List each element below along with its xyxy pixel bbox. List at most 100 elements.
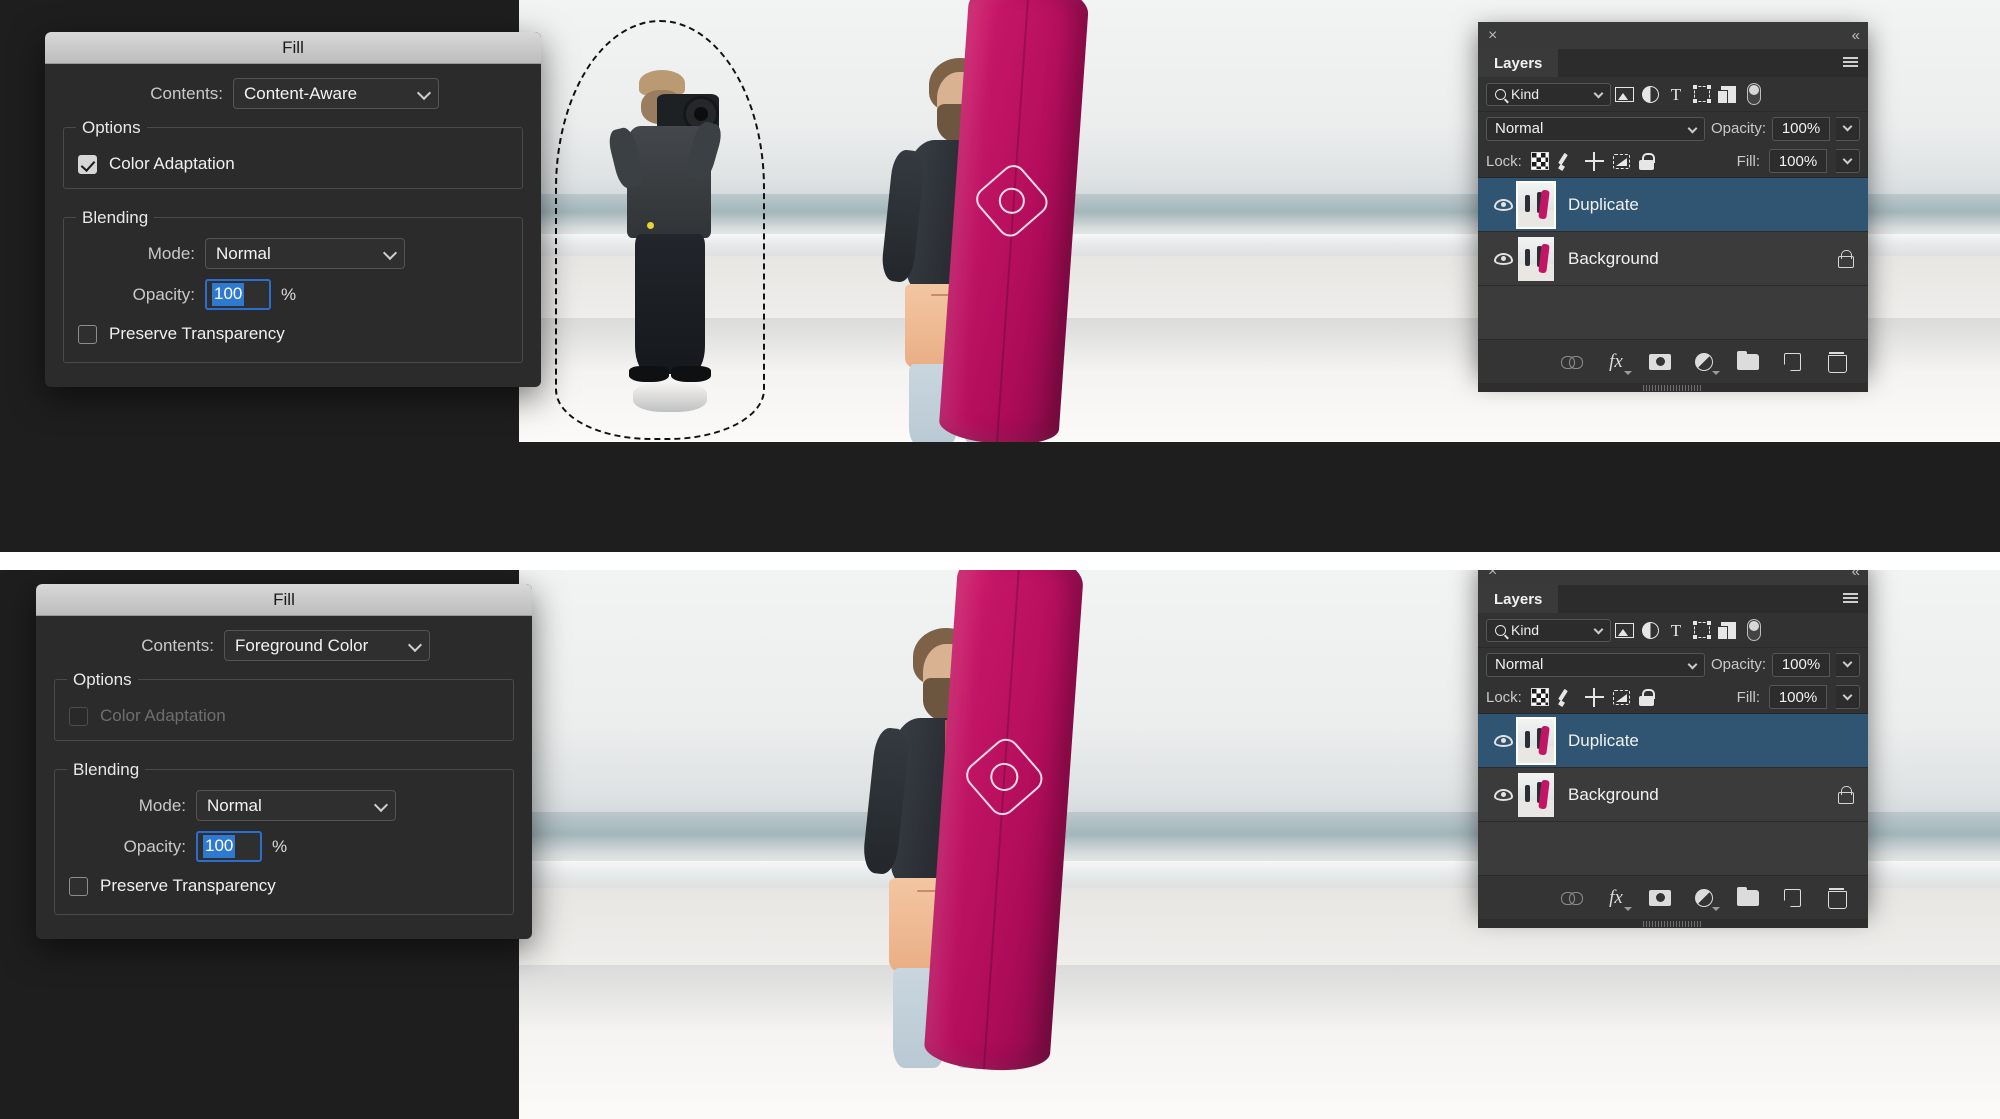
layer-visibility-icon[interactable] <box>1488 788 1518 801</box>
fill-stepper[interactable] <box>1836 149 1860 173</box>
filter-kind-select[interactable]: Kind <box>1486 618 1611 642</box>
lock-row: Lock: Fill: 100% <box>1478 681 1868 714</box>
surfboard-logo-icon <box>960 733 1049 821</box>
layer-blend-mode-select[interactable]: Normal <box>1486 652 1705 677</box>
adjustment-filter-icon[interactable] <box>1637 619 1663 641</box>
add-layer-mask-icon[interactable] <box>1648 886 1672 910</box>
lock-transparent-pixels-icon[interactable] <box>1530 152 1549 170</box>
lock-image-pixels-icon[interactable] <box>1558 688 1576 706</box>
opacity-stepper[interactable] <box>1836 116 1860 141</box>
layer-thumbnail[interactable] <box>1516 180 1556 229</box>
preserve-transparency-checkbox[interactable] <box>69 876 88 896</box>
opacity-label: Opacity: <box>123 836 186 856</box>
layer-thumbnail[interactable] <box>1516 716 1556 765</box>
lock-image-pixels-icon[interactable] <box>1558 152 1576 170</box>
layer-name: Background <box>1568 248 1659 268</box>
contents-select[interactable]: Content-Aware <box>233 78 439 109</box>
preserve-transparency-row[interactable]: Preserve Transparency <box>78 324 508 344</box>
opacity-value: 100 <box>212 283 245 306</box>
preserve-transparency-checkbox[interactable] <box>78 324 97 344</box>
close-icon[interactable]: × <box>1488 570 1497 580</box>
panel-opacity-value[interactable]: 100% <box>1772 652 1830 677</box>
new-group-icon[interactable] <box>1736 350 1760 374</box>
lock-position-icon[interactable] <box>1584 151 1604 171</box>
new-adjustment-layer-icon[interactable] <box>1692 886 1720 911</box>
table-row[interactable]: Duplicate <box>1478 178 1868 232</box>
layer-style-fx-icon[interactable]: fx <box>1604 350 1632 375</box>
smart-object-filter-icon[interactable] <box>1715 83 1741 105</box>
panel-resize-grip[interactable] <box>1478 919 1868 928</box>
blend-mode-row: Normal Opacity: 100% <box>1478 112 1868 145</box>
lock-artboard-icon[interactable] <box>1612 689 1630 705</box>
mode-select[interactable]: Normal <box>205 238 405 269</box>
panel-menu-icon[interactable] <box>1843 57 1858 69</box>
fill-dialog[interactable]: Fill Contents: Foreground Color Options … <box>36 584 532 939</box>
layer-style-fx-icon[interactable]: fx <box>1604 886 1632 911</box>
mode-select[interactable]: Normal <box>196 790 396 821</box>
new-group-icon[interactable] <box>1736 886 1760 910</box>
layer-name: Background <box>1568 784 1659 804</box>
panel-opacity-value[interactable]: 100% <box>1772 116 1830 141</box>
new-layer-icon[interactable] <box>1780 350 1804 374</box>
lock-transparent-pixels-icon[interactable] <box>1530 688 1549 706</box>
lock-all-icon[interactable] <box>1638 152 1655 170</box>
fill-value[interactable]: 100% <box>1769 149 1827 173</box>
chevron-down-icon <box>1593 88 1604 99</box>
layers-panel-toolbar: fx <box>1478 875 1868 919</box>
new-adjustment-layer-icon[interactable] <box>1692 350 1720 375</box>
lock-position-icon[interactable] <box>1584 687 1604 707</box>
table-row[interactable]: Background <box>1478 232 1868 286</box>
panel-menu-icon[interactable] <box>1843 593 1858 605</box>
table-row[interactable]: Duplicate <box>1478 714 1868 768</box>
shape-filter-icon[interactable] <box>1689 619 1715 641</box>
shape-filter-icon[interactable] <box>1689 83 1715 105</box>
contents-row: Contents: Content-Aware <box>63 78 523 109</box>
collapse-panel-icon[interactable]: « <box>1852 570 1860 580</box>
screenshot-stage: Fill Contents: Content-Aware Options Col… <box>0 0 2000 1119</box>
chevron-down-icon <box>382 245 398 260</box>
panel-resize-grip[interactable] <box>1478 383 1868 392</box>
smart-object-filter-icon[interactable] <box>1715 619 1741 641</box>
layer-visibility-icon[interactable] <box>1488 734 1518 747</box>
tab-layers[interactable]: Layers <box>1478 585 1559 613</box>
lock-artboard-icon[interactable] <box>1612 153 1630 169</box>
type-filter-icon[interactable]: T <box>1663 83 1689 105</box>
table-row[interactable]: Background <box>1478 768 1868 822</box>
layers-panel[interactable]: × « Layers Kind T Normal Opacity: 100% L… <box>1478 22 1868 392</box>
adjustment-filter-icon[interactable] <box>1637 83 1663 105</box>
layer-blend-mode-select[interactable]: Normal <box>1486 116 1705 141</box>
new-layer-icon[interactable] <box>1780 886 1804 910</box>
delete-layer-icon[interactable] <box>1824 350 1848 374</box>
opacity-input[interactable]: 100 <box>205 279 271 310</box>
layers-panel[interactable]: × « Layers Kind T Normal Opacity: 100% L… <box>1478 570 1868 928</box>
layer-visibility-icon[interactable] <box>1488 198 1518 211</box>
close-icon[interactable]: × <box>1488 27 1497 44</box>
fill-dialog[interactable]: Fill Contents: Content-Aware Options Col… <box>45 32 541 387</box>
lock-all-icon[interactable] <box>1638 688 1655 706</box>
layer-visibility-icon[interactable] <box>1488 252 1518 265</box>
add-layer-mask-icon[interactable] <box>1648 350 1672 374</box>
lasso-selection-marquee[interactable] <box>555 20 765 440</box>
tab-layers[interactable]: Layers <box>1478 49 1559 77</box>
fill-value[interactable]: 100% <box>1769 685 1827 709</box>
layer-thumbnail[interactable] <box>1518 772 1554 817</box>
filter-toggle-icon[interactable] <box>1741 619 1767 641</box>
link-layers-icon[interactable] <box>1560 350 1584 374</box>
color-adaptation-checkbox[interactable] <box>78 154 97 174</box>
fill-stepper[interactable] <box>1836 685 1860 709</box>
opacity-stepper[interactable] <box>1836 652 1860 677</box>
mode-row: Mode: Normal <box>69 790 499 821</box>
image-filter-icon[interactable] <box>1611 619 1637 641</box>
layer-thumbnail[interactable] <box>1518 236 1554 281</box>
contents-select[interactable]: Foreground Color <box>224 630 430 661</box>
link-layers-icon[interactable] <box>1560 886 1584 910</box>
delete-layer-icon[interactable] <box>1824 886 1848 910</box>
color-adaptation-checkbox-row[interactable]: Color Adaptation <box>78 154 508 174</box>
filter-kind-select[interactable]: Kind <box>1486 82 1611 106</box>
image-filter-icon[interactable] <box>1611 83 1637 105</box>
preserve-transparency-row[interactable]: Preserve Transparency <box>69 876 499 896</box>
filter-toggle-icon[interactable] <box>1741 83 1767 105</box>
opacity-input[interactable]: 100 <box>196 831 262 862</box>
collapse-panel-icon[interactable]: « <box>1852 27 1860 44</box>
type-filter-icon[interactable]: T <box>1663 619 1689 641</box>
